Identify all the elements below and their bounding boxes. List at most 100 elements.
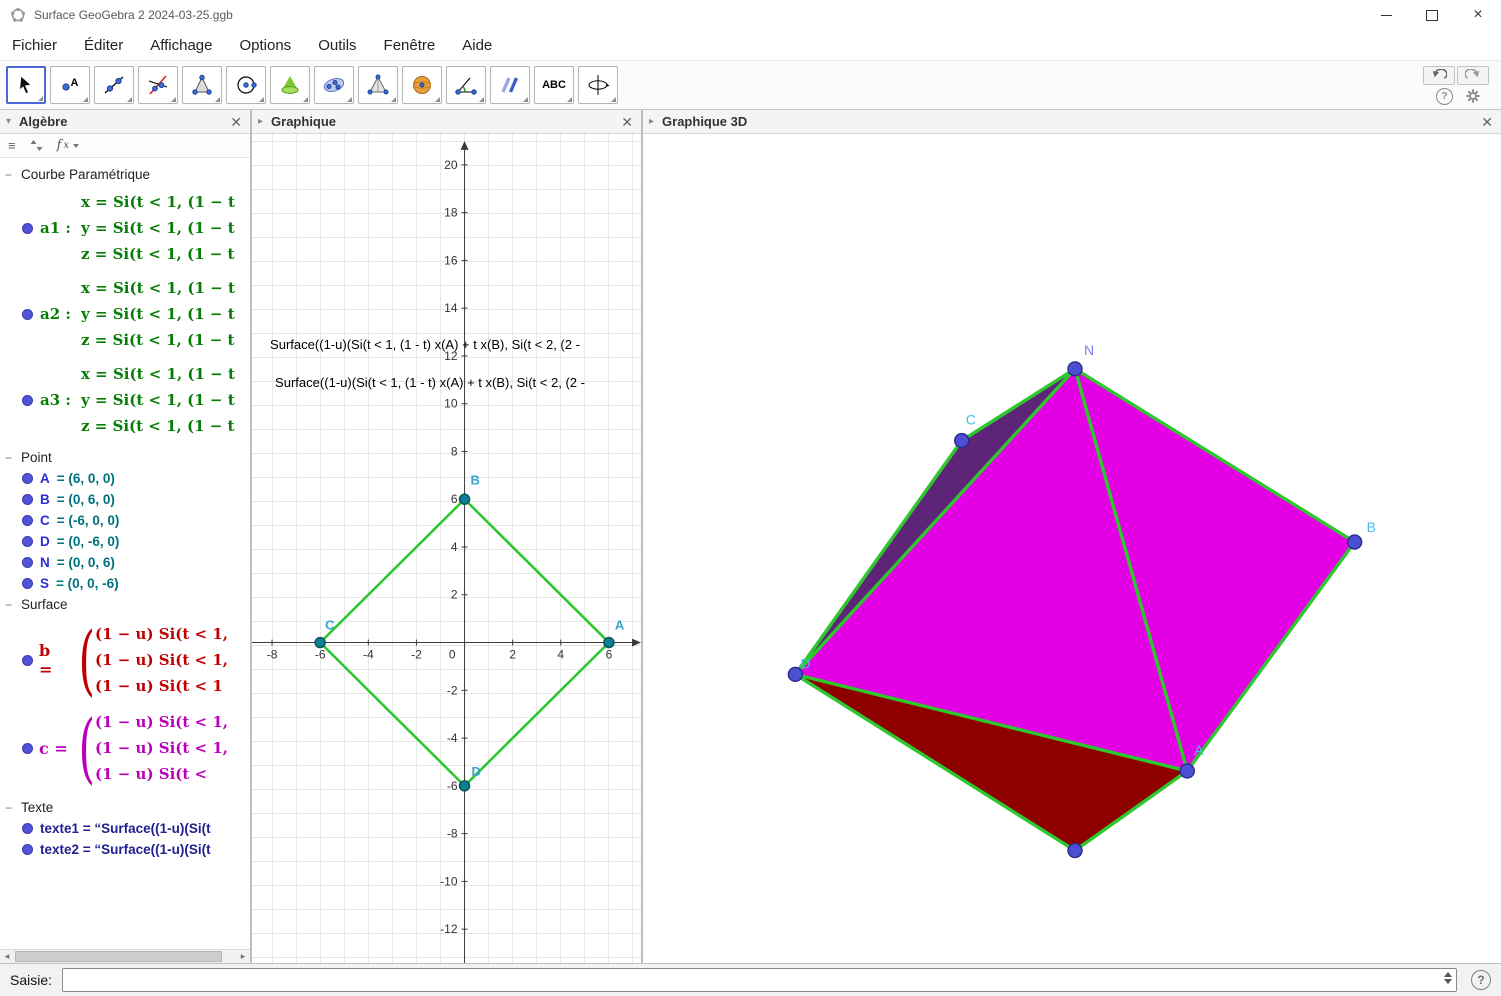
object-visibility-dot[interactable] bbox=[22, 578, 33, 589]
point-S[interactable] bbox=[1067, 842, 1083, 859]
point-row-N[interactable]: N = (0, 0, 6) bbox=[0, 552, 250, 573]
object-visibility-dot[interactable] bbox=[22, 823, 33, 834]
point-C[interactable] bbox=[314, 636, 326, 649]
collapse-icon[interactable]: − bbox=[5, 599, 14, 611]
texte1-object[interactable]: Surface((1-u)(Si(t < 1, (1 - t) x(A) + t… bbox=[270, 337, 580, 352]
graph2d-close-icon[interactable]: ✕ bbox=[619, 115, 635, 129]
section-curves[interactable]: − Courbe Paramétrique bbox=[0, 164, 250, 185]
menu-options[interactable]: Options bbox=[239, 37, 291, 54]
scrollbar-thumb[interactable] bbox=[15, 951, 222, 962]
tool-polygon[interactable] bbox=[182, 66, 222, 104]
tool-line[interactable] bbox=[94, 66, 134, 104]
saisie-input[interactable] bbox=[62, 968, 1457, 992]
menu-fichier[interactable]: Fichier bbox=[12, 37, 57, 54]
graph3d-canvas[interactable]: D N C B A bbox=[643, 134, 1501, 963]
algebra-list-icon[interactable]: ≡ bbox=[8, 138, 16, 153]
collapse-icon[interactable]: − bbox=[5, 452, 14, 464]
algebra-close-icon[interactable]: ✕ bbox=[228, 115, 244, 129]
input-history-spinner[interactable] bbox=[1444, 972, 1452, 984]
point-B[interactable] bbox=[1346, 534, 1363, 550]
object-visibility-dot[interactable] bbox=[22, 222, 33, 234]
tool-angle[interactable] bbox=[446, 66, 486, 104]
point-A[interactable] bbox=[603, 636, 615, 649]
point-D[interactable] bbox=[787, 666, 804, 683]
object-visibility-dot[interactable] bbox=[22, 515, 33, 526]
texte1-row[interactable]: texte1 = “Surface((1-u)(Si(t bbox=[0, 818, 250, 839]
tool-transform[interactable] bbox=[490, 66, 530, 104]
collapse-icon[interactable]: − bbox=[5, 169, 14, 181]
tool-dropdown-arrow[interactable] bbox=[611, 97, 616, 102]
curve-a2-row[interactable]: a2 : x = Si(t < 1, (1 − t y = Si(t < 1, … bbox=[0, 275, 250, 353]
object-visibility-dot[interactable] bbox=[22, 557, 33, 568]
texte2-object[interactable]: Surface((1-u)(Si(t < 1, (1 - t) x(A) + t… bbox=[275, 375, 585, 390]
object-visibility-dot[interactable] bbox=[22, 654, 33, 666]
undo-button[interactable] bbox=[1423, 65, 1455, 85]
settings-gear-icon[interactable] bbox=[1465, 88, 1481, 104]
point-A[interactable] bbox=[1179, 763, 1195, 779]
tool-dropdown-arrow[interactable] bbox=[567, 97, 572, 102]
tool-dropdown-arrow[interactable] bbox=[479, 97, 484, 102]
input-help-icon[interactable]: ? bbox=[1471, 970, 1491, 990]
section-surfaces[interactable]: − Surface bbox=[0, 594, 250, 615]
section-points[interactable]: − Point bbox=[0, 447, 250, 468]
panel-menu-icon[interactable]: ▸ bbox=[258, 116, 263, 127]
point-row-S[interactable]: S = (0, 0, -6) bbox=[0, 573, 250, 594]
scrollbar-track[interactable] bbox=[14, 950, 236, 963]
graph3d-close-icon[interactable]: ✕ bbox=[1479, 115, 1495, 129]
texte2-row[interactable]: texte2 = “Surface((1-u)(Si(t bbox=[0, 839, 250, 860]
object-visibility-dot[interactable] bbox=[22, 742, 33, 754]
tool-dropdown-arrow[interactable] bbox=[127, 97, 132, 102]
menu-aide[interactable]: Aide bbox=[462, 37, 492, 54]
scrollbar-right-arrow[interactable]: ▸ bbox=[236, 950, 250, 963]
menu-outils[interactable]: Outils bbox=[318, 37, 356, 54]
point-D[interactable] bbox=[458, 780, 471, 792]
tool-dropdown-arrow[interactable] bbox=[303, 97, 308, 102]
tool-dropdown-arrow[interactable] bbox=[38, 96, 43, 101]
tool-pyramid[interactable] bbox=[358, 66, 398, 104]
menu-editer[interactable]: Éditer bbox=[84, 37, 123, 54]
algebra-horizontal-scrollbar[interactable]: ◂ ▸ bbox=[0, 949, 250, 963]
tool-perpendicular-line[interactable] bbox=[138, 66, 178, 104]
object-visibility-dot[interactable] bbox=[22, 394, 33, 406]
tool-circle[interactable] bbox=[226, 66, 266, 104]
surface-b-row[interactable]: b = ( (1 − u) Si(t < 1, (1 − u) Si(t < 1… bbox=[0, 621, 250, 699]
tool-move[interactable] bbox=[6, 66, 46, 104]
tool-rotate-3d-view[interactable] bbox=[578, 66, 618, 104]
point-C[interactable] bbox=[954, 432, 970, 449]
tool-dropdown-arrow[interactable] bbox=[391, 97, 396, 102]
object-visibility-dot[interactable] bbox=[22, 473, 33, 484]
menu-fenetre[interactable]: Fenêtre bbox=[384, 37, 436, 54]
tool-point[interactable]: A bbox=[50, 66, 90, 104]
curve-a1-row[interactable]: a1 : x = Si(t < 1, (1 − t y = Si(t < 1, … bbox=[0, 189, 250, 267]
object-visibility-dot[interactable] bbox=[22, 308, 33, 320]
algebra-sort-icon[interactable] bbox=[30, 139, 43, 152]
point-N[interactable] bbox=[1067, 361, 1083, 377]
tool-plane[interactable] bbox=[314, 66, 354, 104]
spinner-up-icon[interactable] bbox=[1444, 972, 1452, 977]
tool-surface-of-revolution[interactable] bbox=[270, 66, 310, 104]
point-row-C[interactable]: C = (-6, 0, 0) bbox=[0, 510, 250, 531]
minimize-button[interactable] bbox=[1363, 0, 1409, 30]
tool-dropdown-arrow[interactable] bbox=[435, 97, 440, 102]
tool-dropdown-arrow[interactable] bbox=[523, 97, 528, 102]
object-visibility-dot[interactable] bbox=[22, 536, 33, 547]
help-icon[interactable]: ? bbox=[1436, 87, 1453, 105]
tool-sphere[interactable] bbox=[402, 66, 442, 104]
panel-menu-icon[interactable]: ▾ bbox=[6, 116, 11, 127]
tool-dropdown-arrow[interactable] bbox=[83, 97, 88, 102]
panel-menu-icon[interactable]: ▸ bbox=[649, 116, 654, 127]
point-B[interactable] bbox=[458, 493, 471, 505]
close-button[interactable]: × bbox=[1455, 0, 1501, 30]
menu-affichage[interactable]: Affichage bbox=[150, 37, 212, 54]
collapse-icon[interactable]: − bbox=[5, 802, 14, 814]
redo-button[interactable] bbox=[1457, 65, 1489, 85]
tool-dropdown-arrow[interactable] bbox=[259, 97, 264, 102]
maximize-button[interactable] bbox=[1409, 0, 1455, 30]
surface-c-row[interactable]: c = ( (1 − u) Si(t < 1, (1 − u) Si(t < 1… bbox=[0, 709, 250, 787]
algebra-fx-menu[interactable]: fx bbox=[57, 138, 80, 153]
tool-dropdown-arrow[interactable] bbox=[171, 97, 176, 102]
object-visibility-dot[interactable] bbox=[22, 494, 33, 505]
point-row-D[interactable]: D = (0, -6, 0) bbox=[0, 531, 250, 552]
section-texts[interactable]: − Texte bbox=[0, 797, 250, 818]
graph2d-canvas[interactable]: -8 -6 -4 -2 0 2 4 6 20 18 16 14 12 10 8 … bbox=[252, 134, 641, 963]
